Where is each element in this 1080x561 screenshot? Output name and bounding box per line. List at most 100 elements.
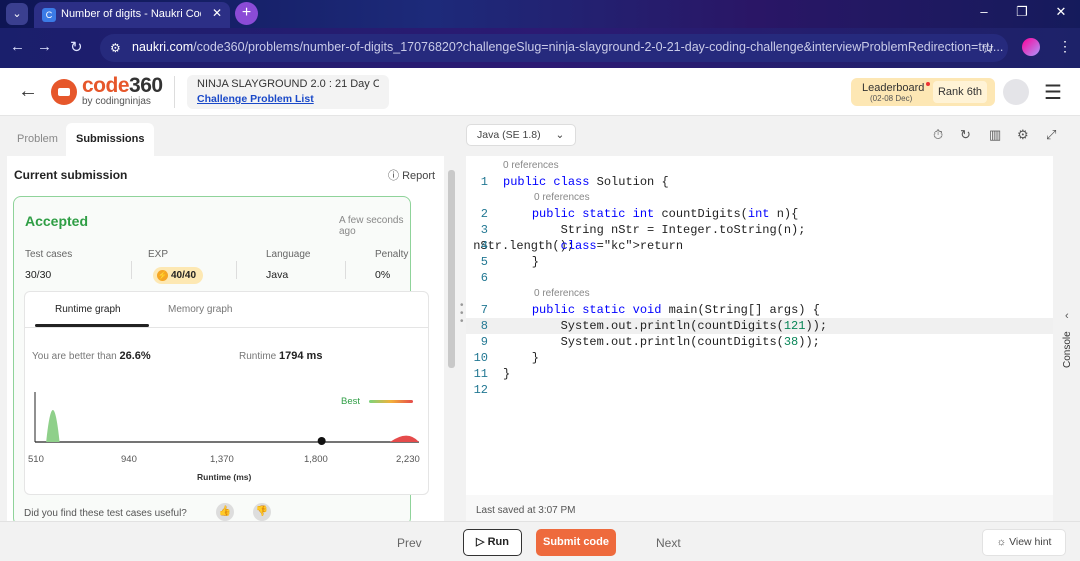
x-tick: 2,230 [396,454,420,465]
new-tab-button[interactable]: + [235,2,258,25]
stat-value-penalty: 0% [375,269,391,281]
distribution-area [46,410,60,442]
url-field[interactable]: naukri.com/code360/problems/number-of-di… [100,34,1008,62]
logo-num: 360 [129,74,163,97]
submit-code-button[interactable]: Submit code [536,529,616,556]
tab-problem[interactable]: Problem [7,123,68,156]
language-value: Java (SE 1.8) [477,129,541,141]
tab-title: Number of digits - Naukri Code [61,8,201,20]
url-host: naukri.com [132,40,194,54]
stat-divider [236,261,237,279]
better-than-text: You are better than 26.6% [32,350,151,362]
favicon-icon: C [42,8,56,22]
code-lens-references[interactable]: 0 references [466,286,1053,302]
code360-logo-icon[interactable] [51,79,77,105]
code-line: 5 } [480,255,540,269]
chevron-left-icon[interactable]: ‹ [1065,310,1069,322]
bookmark-star-icon[interactable]: ☆ [981,39,994,57]
restore-icon[interactable]: ❐ [1004,0,1040,26]
run-button[interactable]: ▷ Run [463,529,522,556]
tab-runtime-graph[interactable]: Runtime graph [55,304,121,315]
view-hint-button[interactable]: ☼ View hint [982,529,1066,556]
profile-avatar[interactable] [1022,38,1040,56]
tab-search-icon[interactable]: ⌄ [6,3,28,25]
back-arrow-icon[interactable]: ← [18,80,38,103]
back-nav-icon[interactable]: ← [10,38,25,55]
minimize-icon[interactable]: – [966,0,1002,26]
stat-label-testcases: Test cases [25,249,73,260]
timer-icon[interactable]: ⏱ [933,127,943,143]
forward-nav-icon[interactable]: → [37,38,52,55]
browser-tab[interactable]: C Number of digits - Naukri Code ✕ [34,2,230,28]
code-lens-references[interactable]: 0 references [466,190,1053,206]
stat-value-language: Java [266,269,289,281]
x-tick: 940 [121,454,137,465]
hamburger-menu-icon[interactable]: ☰ [1044,80,1062,105]
info-icon: ⓘ [388,170,403,182]
language-select[interactable]: Java (SE 1.8) ⌄ [466,124,576,146]
challenge-box: NINJA SLAYGROUND 2.0 : 21 Day Co... Chal… [187,75,389,109]
bolt-icon: ⚡ [157,270,168,281]
distribution-area [389,435,419,442]
current-submission-heading: Current submission [14,168,128,182]
report-label: Report [402,170,436,182]
better-than-value: 26.6% [119,350,151,362]
console-tab[interactable]: Console [1062,331,1073,368]
run-label: Run [487,536,509,548]
browser-menu-icon[interactable]: ⋮ [1058,38,1072,55]
scrollbar-thumb[interactable] [448,170,455,368]
reset-icon[interactable]: ↻ [960,127,971,143]
site-info-icon[interactable]: ⚙ [110,41,121,55]
code-line: 6 [480,271,488,285]
code-editor[interactable]: 0 references 1 public class Solution {0 re… [466,156,1053,495]
code-line: 8 System.out.println(countDigits(121)); [466,318,1053,334]
stat-label-exp: EXP [148,249,169,260]
user-avatar[interactable] [1003,79,1029,105]
x-tick: 1,800 [304,454,328,465]
bulb-icon: ☼ [996,536,1010,548]
code-line: 12 [473,383,488,397]
x-axis-label: Runtime (ms) [197,472,252,482]
leaderboard-dates: (02-08 Dec) [870,94,913,103]
code-line: 1 public class Solution { [480,175,669,189]
prev-button[interactable]: Prev [397,536,422,550]
exp-badge: ⚡ 40/40 [153,267,203,284]
left-scrollbar[interactable] [446,156,457,521]
notification-dot [926,82,930,86]
tab-memory-graph[interactable]: Memory graph [168,304,232,315]
close-window-icon[interactable]: ✕ [1043,0,1079,26]
settings-gear-icon[interactable]: ⚙ [1017,127,1029,143]
x-tick: 510 [28,454,44,465]
challenge-problem-list-link[interactable]: Challenge Problem List [197,93,379,105]
graph-box: Runtime graph Memory graph You are bette… [24,291,429,495]
reload-icon[interactable]: ↻ [70,38,83,56]
logo-subtitle: by codingninjas [82,96,151,107]
tab-submissions[interactable]: Submissions [66,123,155,156]
bottom-bar: Prev ▷ Run Submit code Next ☼ View hint [0,521,1080,561]
logo-main: code [82,74,130,97]
status-accepted: Accepted [25,213,89,229]
layout-icon[interactable]: ▥ [989,127,1001,143]
header-divider [174,76,175,108]
submission-time: A few seconds ago [339,215,404,237]
runtime-label: Runtime [239,351,277,362]
better-than-label: You are better than [32,351,117,362]
resize-grip-icon[interactable]: • • • [460,301,464,327]
leaderboard-label: Leaderboard [862,82,925,94]
code-line: 11} [473,367,511,381]
leaderboard-badge[interactable]: Leaderboard (02-08 Dec) Rank 6th [851,78,995,106]
thumbs-down-icon[interactable]: 👎 [253,503,271,521]
fullscreen-icon[interactable]: ⤢ [1046,127,1056,143]
next-button[interactable]: Next [656,536,681,550]
browser-tab-bar: ⌄ C Number of digits - Naukri Code ✕ + –… [0,0,1080,28]
report-button[interactable]: ⓘ Report [388,167,435,183]
tab-close-icon[interactable]: ✕ [212,6,222,20]
x-tick: 1,370 [210,454,234,465]
stat-label-penalty: Penalty [375,249,409,260]
code-lens-references[interactable]: 0 references [466,158,1053,174]
address-bar-row: ← → ↻ naukri.com/code360/problems/number… [0,28,1080,68]
code-line: 3 String nStr = Integer.toString(n); [480,223,806,237]
chevron-down-icon: ⌄ [555,129,565,141]
thumbs-up-icon[interactable]: 👍 [216,503,234,521]
code-line: 10 } [473,351,540,365]
